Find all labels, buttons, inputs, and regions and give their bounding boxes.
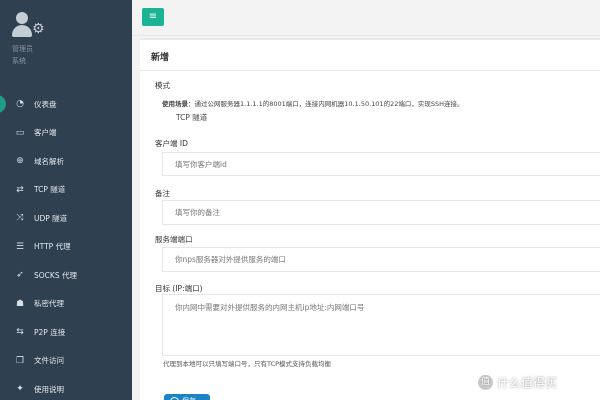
check-circle-icon	[170, 396, 179, 400]
sidebar-item-label: P2P 连接	[34, 327, 66, 337]
sidebar-item-label: 客户端	[34, 128, 57, 138]
shuffle-icon: ⤨	[16, 213, 24, 224]
retweet-icon: ⇄	[16, 184, 24, 195]
sidebar-item-10[interactable]: ❐ 文件访问	[0, 347, 132, 376]
avatar: ⚙	[12, 10, 46, 40]
top-bar: ≡	[132, 0, 600, 36]
sidebar-item-label: 私密代理	[34, 299, 64, 309]
remark-placeholder: 填写你的备注	[175, 208, 220, 217]
client-id-placeholder: 填写你客户端id	[175, 159, 227, 169]
save-button[interactable]: 保存	[164, 394, 210, 400]
sidebar: ⚙ 管理员 系统 ◔ 仪表盘 ▭ 客户端 ⊕ 域名解析 ⇄ TCP 隧道 ⤨ UDP 隧道 ☰ HTT…	[0, 0, 132, 400]
rocket-icon: ➶	[16, 270, 24, 281]
server-port-label: 服务端端口	[155, 235, 193, 244]
sidebar-item-7[interactable]: ➶ SOCKS 代理	[0, 261, 132, 290]
menu-toggle-button[interactable]: ≡	[142, 8, 164, 26]
sidebar-item-8[interactable]: ☗ 私密代理	[0, 290, 132, 319]
target-placeholder: 你内网中需要对外提供服务的内网主机ip地址:内网端口号	[175, 303, 365, 312]
watermark-text: 什么值得买	[497, 376, 558, 390]
lightbulb-icon: ✦	[16, 384, 24, 395]
dashboard-icon: ◔	[16, 99, 24, 110]
profile-role: 系统	[12, 57, 26, 65]
sidebar-item-1[interactable]: ◔ 仪表盘	[0, 90, 132, 119]
sidebar-item-11[interactable]: ✦ 使用说明	[0, 375, 132, 400]
sidebar-item-2[interactable]: ▭ 客户端	[0, 119, 132, 148]
monitor-icon: ▭	[15, 127, 25, 138]
sidebar-item-label: UDP 隧道	[34, 213, 68, 223]
profile[interactable]: ⚙ 管理员 系统	[12, 10, 46, 65]
mode-select[interactable]: TCP 隧道	[162, 108, 600, 126]
divider	[140, 70, 600, 71]
sidebar-item-label: HTTP 代理	[34, 242, 71, 252]
target-label: 目标 (IP:端口)	[155, 284, 203, 293]
mode-label: 模式	[155, 81, 170, 90]
mode-help-text: 使用场景：通过公网服务器1.1.1.1的8001端口，连接内网机器10.1.50…	[162, 100, 464, 108]
bars-icon: ≡	[148, 11, 158, 22]
panel-title: 新增	[151, 53, 170, 63]
target-help-text: 代理到本地可以只填写端口号，只有TCP模式支持负载均衡	[163, 360, 332, 368]
sidebar-item-label: 使用说明	[34, 384, 64, 394]
watermark: 值 什么值得买	[478, 374, 557, 391]
sidebar-nav: ◔ 仪表盘 ▭ 客户端 ⊕ 域名解析 ⇄ TCP 隧道 ⤨ UDP 隧道 ☰ HTTP 代理 ➶ SOCK…	[0, 90, 132, 400]
gear-icon: ⚙	[32, 21, 45, 37]
sidebar-item-label: SOCKS 代理	[34, 270, 77, 280]
remark-label: 备注	[155, 189, 170, 198]
globe-icon: ⊕	[16, 156, 24, 167]
profile-name: 管理员	[12, 45, 33, 53]
form-panel: 新增 模式 使用场景：通过公网服务器1.1.1.1的8001端口，连接内网机器1…	[140, 38, 600, 400]
sidebar-item-5[interactable]: ⤨ UDP 隧道	[0, 204, 132, 233]
client-id-label: 客户端 ID	[155, 139, 188, 148]
user-secret-icon: ☗	[15, 298, 25, 309]
exchange-icon: ⇆	[16, 327, 24, 338]
sidebar-item-label: 仪表盘	[34, 99, 57, 109]
sidebar-item-4[interactable]: ⇄ TCP 隧道	[0, 176, 132, 205]
remark-input[interactable]: 填写你的备注	[162, 200, 600, 225]
sidebar-item-3[interactable]: ⊕ 域名解析	[0, 147, 132, 176]
mode-select-value: TCP 隧道	[176, 112, 208, 122]
server-port-placeholder: 你nps服务器对外提供服务的端口	[175, 255, 286, 264]
sidebar-item-label: 文件访问	[34, 356, 64, 366]
sidebar-item-label: 域名解析	[34, 156, 64, 166]
server-icon: ☰	[15, 241, 25, 252]
watermark-logo-icon: 值	[478, 375, 493, 390]
sidebar-item-9[interactable]: ⇆ P2P 连接	[0, 318, 132, 347]
target-textarea[interactable]: 你内网中需要对外提供服务的内网主机ip地址:内网端口号	[162, 294, 600, 356]
sidebar-item-label: TCP 隧道	[34, 185, 66, 195]
client-id-input[interactable]: 填写你客户端id	[162, 152, 600, 176]
server-port-input[interactable]: 你nps服务器对外提供服务的端口	[162, 247, 600, 272]
save-button-label: 保存	[182, 396, 196, 400]
file-icon: ❐	[15, 355, 25, 366]
sidebar-item-6[interactable]: ☰ HTTP 代理	[0, 233, 132, 262]
